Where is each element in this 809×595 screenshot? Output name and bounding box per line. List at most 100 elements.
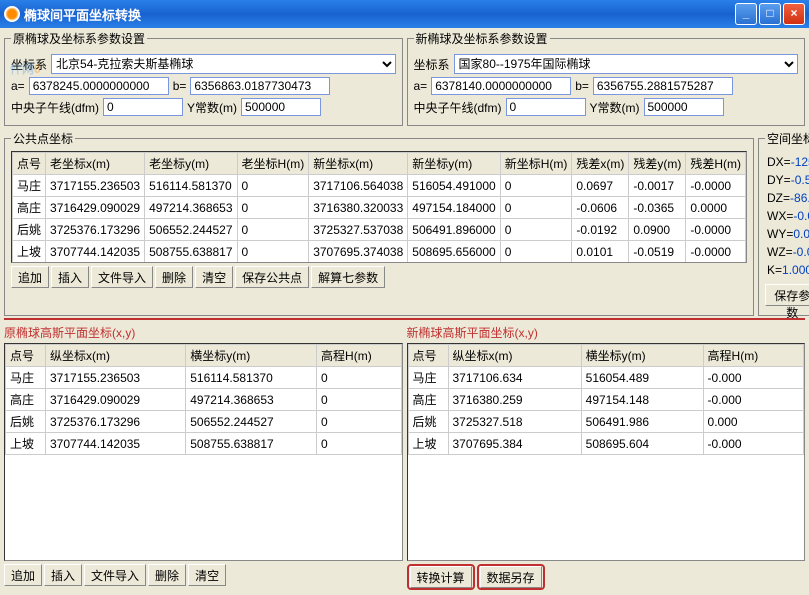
cell[interactable]: 0 [237,241,309,263]
cell[interactable]: 508755.638817 [186,433,317,455]
cell[interactable]: 3707744.142035 [46,241,145,263]
cell[interactable]: 0 [317,411,401,433]
append-button[interactable]: 追加 [4,564,42,586]
append-button[interactable]: 追加 [11,266,49,288]
maximize-button[interactable]: □ [759,3,781,25]
right-yconst-input[interactable] [644,98,724,116]
insert-button[interactable]: 插入 [51,266,89,288]
cell[interactable]: -0.0192 [572,219,629,241]
left-gauss-table[interactable]: 点号 纵坐标x(m) 横坐标y(m) 高程H(m) 马庄3717155.2365… [5,344,402,455]
cell[interactable]: 3725327.518 [448,411,581,433]
right-meridian-input[interactable] [506,98,586,116]
insert-button[interactable]: 插入 [44,564,82,586]
cell[interactable]: 3716429.090029 [46,197,145,219]
clear-button[interactable]: 清空 [195,266,233,288]
cell[interactable]: 高庄 [6,389,46,411]
save-params-button[interactable]: 保存参数 [765,284,809,306]
col-pointid[interactable]: 点号 [408,345,448,367]
cell[interactable]: 0 [317,389,401,411]
cell[interactable]: 0 [237,175,309,197]
cell[interactable]: 0 [500,197,572,219]
right-coordsys-select[interactable]: 国家80--1975年国际椭球 [454,54,798,74]
col-newx[interactable]: 新坐标x(m) [309,153,408,175]
cell[interactable]: 3725376.173296 [46,219,145,241]
cell[interactable]: 506552.244527 [186,411,317,433]
cell[interactable]: 497214.368653 [186,389,317,411]
cell[interactable]: 后姚 [6,411,46,433]
cell[interactable]: 上坡 [13,241,46,263]
cell[interactable]: 506552.244527 [145,219,237,241]
right-gauss-table[interactable]: 点号 纵坐标x(m) 横坐标y(m) 高程H(m) 马庄3717106.6345… [408,344,805,455]
cell[interactable]: 516114.581370 [145,175,237,197]
cell[interactable]: 马庄 [408,367,448,389]
col-h[interactable]: 高程H(m) [703,345,803,367]
table-row[interactable]: 高庄3716380.259497154.148-0.000 [408,389,804,411]
close-button[interactable]: × [783,3,805,25]
table-row[interactable]: 后姚3725376.173296506552.24452703725327.53… [13,219,746,241]
cell[interactable]: -0.0000 [686,175,746,197]
cell[interactable]: 0.000 [703,411,803,433]
cell[interactable]: 3707695.374038 [309,241,408,263]
cell[interactable]: 516054.491000 [408,175,500,197]
save-data-button[interactable]: 数据另存 [480,566,542,588]
left-a-input[interactable] [29,77,169,95]
left-yconst-input[interactable] [241,98,321,116]
col-x[interactable]: 纵坐标x(m) [46,345,186,367]
cell[interactable]: 506491.986 [581,411,703,433]
cell[interactable]: 0 [500,219,572,241]
table-row[interactable]: 马庄3717155.236503516114.5813700 [6,367,402,389]
cell[interactable]: 0 [500,241,572,263]
col-oldh[interactable]: 老坐标H(m) [237,153,309,175]
cell[interactable]: 3716380.320033 [309,197,408,219]
cell[interactable]: 高庄 [13,197,46,219]
left-meridian-input[interactable] [103,98,183,116]
cell[interactable]: 0 [500,175,572,197]
col-newy[interactable]: 新坐标y(m) [408,153,500,175]
cell[interactable]: 3725327.537038 [309,219,408,241]
cell[interactable]: 0 [237,197,309,219]
cell[interactable]: 3716380.259 [448,389,581,411]
col-pointid[interactable]: 点号 [6,345,46,367]
common-points-table[interactable]: 点号 老坐标x(m) 老坐标y(m) 老坐标H(m) 新坐标x(m) 新坐标y(… [12,152,746,263]
table-row[interactable]: 上坡3707744.142035508755.6388170 [6,433,402,455]
table-row[interactable]: 高庄3716429.090029497214.3686530 [6,389,402,411]
cell[interactable]: 0.0000 [686,197,746,219]
cell[interactable]: -0.000 [703,367,803,389]
cell[interactable]: 0 [237,219,309,241]
cell[interactable]: 508695.656000 [408,241,500,263]
cell[interactable]: -0.0519 [629,241,686,263]
col-h[interactable]: 高程H(m) [317,345,401,367]
table-row[interactable]: 上坡3707695.384508695.604-0.000 [408,433,804,455]
left-b-input[interactable] [190,77,330,95]
cell[interactable]: 516114.581370 [186,367,317,389]
cell[interactable]: -0.0365 [629,197,686,219]
cell[interactable]: 3707695.384 [448,433,581,455]
cell[interactable]: -0.0000 [686,219,746,241]
cell[interactable]: -0.0000 [686,241,746,263]
cell[interactable]: 3716429.090029 [46,389,186,411]
cell[interactable]: -0.000 [703,389,803,411]
right-b-input[interactable] [593,77,733,95]
cell[interactable]: -0.0606 [572,197,629,219]
right-a-input[interactable] [431,77,571,95]
cell[interactable]: 3717106.564038 [309,175,408,197]
table-row[interactable]: 马庄3717155.236503516114.58137003717106.56… [13,175,746,197]
cell[interactable]: 马庄 [13,175,46,197]
cell[interactable]: 后姚 [408,411,448,433]
save-common-points-button[interactable]: 保存公共点 [235,266,309,288]
cell[interactable]: 0 [317,367,401,389]
cell[interactable]: 3707744.142035 [46,433,186,455]
cell[interactable]: 高庄 [408,389,448,411]
col-y[interactable]: 横坐标y(m) [581,345,703,367]
col-resh[interactable]: 残差H(m) [686,153,746,175]
cell[interactable]: 497154.148 [581,389,703,411]
col-oldx[interactable]: 老坐标x(m) [46,153,145,175]
import-file-button[interactable]: 文件导入 [91,266,153,288]
cell[interactable]: 497214.368653 [145,197,237,219]
cell[interactable]: 497154.184000 [408,197,500,219]
table-row[interactable]: 上坡3707744.142035508755.63881703707695.37… [13,241,746,263]
col-newh[interactable]: 新坐标H(m) [500,153,572,175]
cell[interactable]: 516054.489 [581,367,703,389]
cell[interactable]: 3717155.236503 [46,175,145,197]
cell[interactable]: -0.0017 [629,175,686,197]
